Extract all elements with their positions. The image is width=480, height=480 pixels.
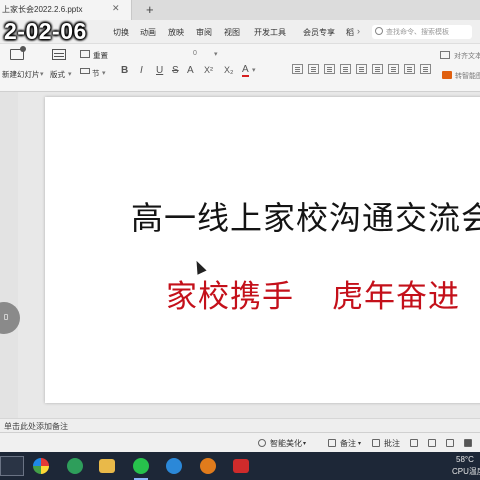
- search-placeholder: 查找命令、搜索模板: [386, 29, 449, 36]
- text-align-button[interactable]: 对齐文本: [454, 51, 480, 61]
- distribute-icon[interactable]: [356, 64, 367, 74]
- layout-dropdown-icon[interactable]: ▾: [68, 70, 72, 78]
- menu-member[interactable]: 会员专享: [303, 27, 335, 38]
- reset-button[interactable]: 重置: [93, 50, 108, 61]
- title-tab-bar: 上家长会2022.2.6.pptx ✕ +: [0, 0, 480, 20]
- comments-button[interactable]: 批注: [384, 438, 400, 449]
- smartart-icon[interactable]: [442, 71, 452, 79]
- normal-view-icon[interactable]: [410, 439, 418, 447]
- reset-icon[interactable]: [80, 50, 90, 58]
- slideshow-icon[interactable]: [464, 439, 472, 447]
- strikethrough-button[interactable]: S: [172, 65, 179, 76]
- text-direction-icon[interactable]: [404, 64, 415, 74]
- section-icon[interactable]: [80, 68, 90, 74]
- taskbar-search-icon[interactable]: [0, 456, 24, 476]
- menu-docer[interactable]: 稻: [346, 27, 354, 38]
- slide-title[interactable]: 高一线上家校沟通交流会: [131, 193, 480, 239]
- pane-toggle-icon: [4, 314, 8, 320]
- slide-sorter-icon[interactable]: [428, 439, 436, 447]
- menu-review[interactable]: 审阅: [196, 27, 212, 38]
- command-search-box[interactable]: 查找命令、搜索模板: [372, 25, 472, 39]
- timestamp-overlay: 2-02-06: [4, 18, 87, 44]
- section-dropdown-icon[interactable]: ▾: [102, 69, 106, 77]
- font-color-button[interactable]: A: [242, 65, 249, 77]
- new-slide-dropdown-icon[interactable]: ▾: [40, 70, 44, 78]
- slide-subtitle-part1[interactable]: 家校携手: [166, 271, 294, 316]
- italic-button[interactable]: I: [140, 65, 143, 76]
- line-spacing-icon[interactable]: [372, 64, 383, 74]
- chrome-icon[interactable]: [33, 458, 49, 474]
- menu-transition[interactable]: 切换: [113, 27, 129, 38]
- reading-view-icon[interactable]: [446, 439, 454, 447]
- tab-close-icon[interactable]: ✕: [112, 3, 120, 14]
- temperature-readout: 58°C: [456, 455, 474, 464]
- menu-developer[interactable]: 开发工具: [254, 27, 286, 38]
- notes-toggle-button[interactable]: 备注: [340, 438, 356, 449]
- paragraph-align-group: [292, 64, 442, 76]
- new-slide-button[interactable]: 新建幻灯片: [2, 69, 40, 80]
- align-right-icon[interactable]: [324, 64, 335, 74]
- search-icon: [375, 27, 383, 35]
- new-slide-icon[interactable]: [10, 46, 26, 60]
- presentation-app-icon[interactable]: [233, 459, 249, 473]
- browser-icon[interactable]: [166, 458, 182, 474]
- align-center-icon[interactable]: [308, 64, 319, 74]
- text-align-icon[interactable]: [440, 51, 450, 59]
- notes-placeholder: 单击此处添加备注: [4, 422, 68, 431]
- notes-icon[interactable]: [328, 439, 336, 447]
- layout-icon[interactable]: [52, 49, 66, 60]
- windows-taskbar: 58°C CPU温度: [0, 452, 480, 480]
- smart-beautify-dropdown-icon[interactable]: ▾: [303, 440, 306, 447]
- menu-view[interactable]: 视图: [224, 27, 240, 38]
- column-icon[interactable]: [388, 64, 399, 74]
- align-justify-icon[interactable]: [340, 64, 351, 74]
- font-color-dropdown-icon[interactable]: ▾: [252, 66, 256, 74]
- file-explorer-icon[interactable]: [99, 459, 115, 473]
- smartart-button[interactable]: 转智能图形: [455, 71, 480, 81]
- menu-animation[interactable]: 动画: [140, 27, 156, 38]
- screen: 上家长会2022.2.6.pptx ✕ + 2-02-06 切换 动画 放映 审…: [0, 0, 480, 480]
- document-tab-title: 上家长会2022.2.6.pptx: [2, 5, 83, 14]
- ribbon-toolbar: 新建幻灯片 ▾ 版式 ▾ 重置 节 ▾ 0 ▾ B I U S A X² X₂ …: [0, 44, 480, 92]
- smart-beautify-button[interactable]: 智能美化: [270, 438, 302, 449]
- slide-canvas[interactable]: 高一线上家校沟通交流会 家校携手 虎年奋进: [45, 97, 480, 403]
- cpu-label: CPU温度: [452, 467, 480, 476]
- smart-beautify-icon[interactable]: [258, 439, 266, 447]
- indent-icon[interactable]: [420, 64, 431, 74]
- underline-button[interactable]: U: [156, 65, 163, 76]
- document-tab[interactable]: 上家长会2022.2.6.pptx ✕: [0, 0, 132, 20]
- text-shadow-button[interactable]: A: [187, 65, 194, 76]
- wps-icon[interactable]: [67, 458, 83, 474]
- superscript-button[interactable]: X²: [204, 65, 213, 75]
- menu-more-icon[interactable]: ›: [357, 26, 360, 36]
- layout-button[interactable]: 版式: [50, 69, 65, 80]
- notes-pane[interactable]: 单击此处添加备注: [0, 418, 480, 432]
- font-size-field[interactable]: 0: [193, 50, 197, 57]
- slide-subtitle-part2[interactable]: 虎年奋进: [332, 271, 460, 316]
- section-button[interactable]: 节: [92, 68, 100, 79]
- notes-dropdown-icon[interactable]: ▾: [358, 440, 361, 447]
- app-orange-icon[interactable]: [200, 458, 216, 474]
- slide-workspace: 高一线上家校沟通交流会 家校携手 虎年奋进: [0, 92, 480, 418]
- status-bar: 智能美化 ▾ 备注 ▾ 批注: [0, 432, 480, 452]
- thumbnail-pane: [0, 92, 18, 418]
- menu-slideshow[interactable]: 放映: [168, 27, 184, 38]
- new-tab-icon[interactable]: +: [146, 2, 154, 17]
- font-size-dropdown-icon[interactable]: ▾: [214, 50, 218, 58]
- align-left-icon[interactable]: [292, 64, 303, 74]
- bold-button[interactable]: B: [121, 65, 128, 76]
- subscript-button[interactable]: X₂: [224, 65, 234, 75]
- wechat-icon[interactable]: [133, 458, 149, 474]
- comments-icon[interactable]: [372, 439, 380, 447]
